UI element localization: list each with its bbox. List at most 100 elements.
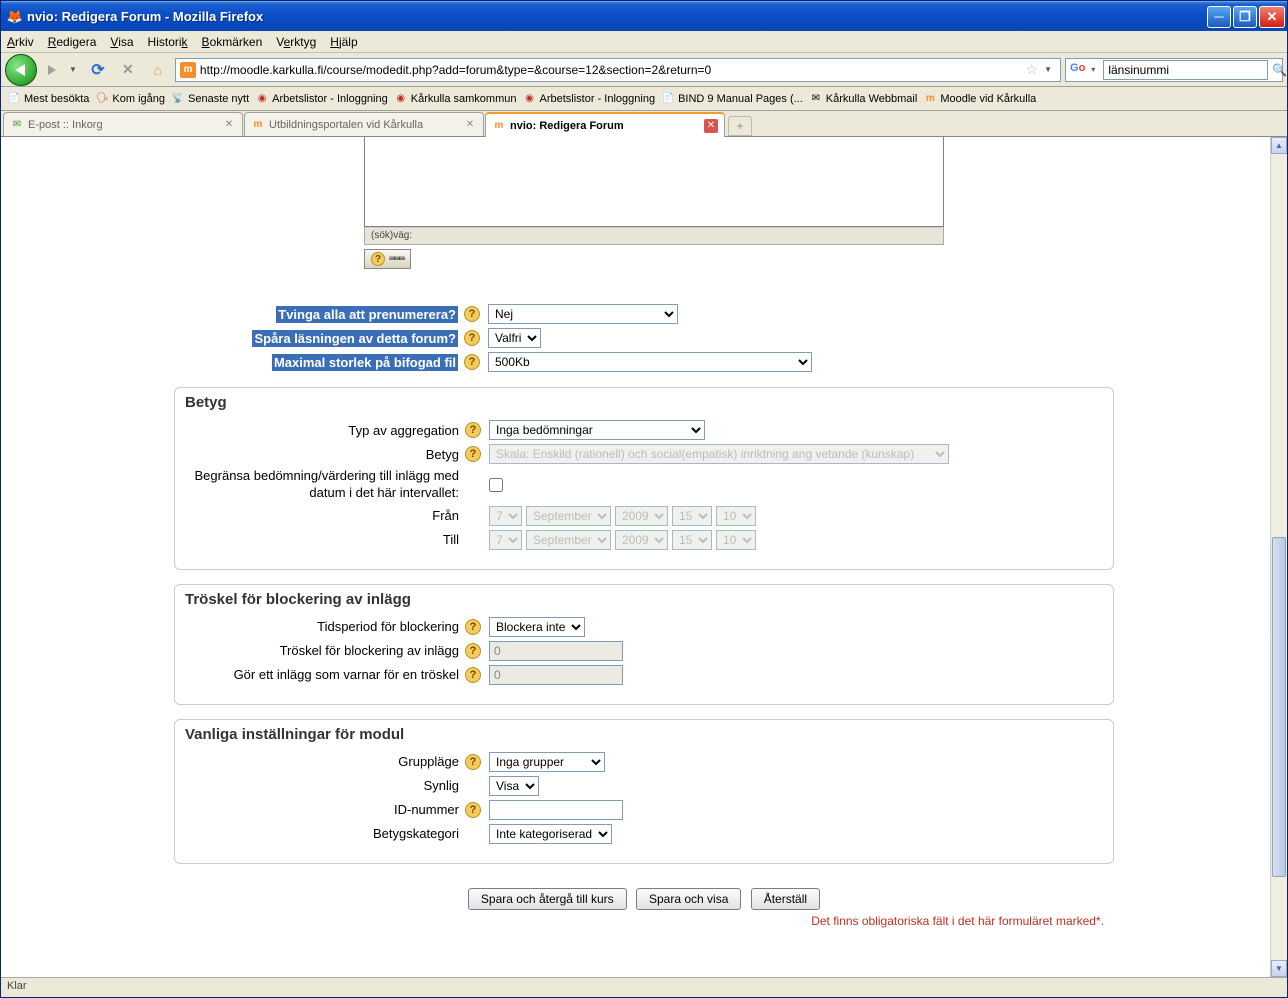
window-titlebar: 🦊 nvio: Redigera Forum - Mozilla Firefox… (1, 1, 1287, 31)
visible-label: Synlig (175, 778, 465, 793)
url-text[interactable]: http://moodle.karkulla.fi/course/modedit… (200, 63, 1022, 77)
save-return-button[interactable]: Spara och återgå till kurs (468, 888, 627, 910)
tab-close-icon[interactable]: ✕ (222, 118, 236, 132)
reload-button[interactable]: ⟳ (89, 61, 107, 79)
menu-redigera[interactable]: Redigera (48, 35, 97, 49)
search-engine-dropdown-icon[interactable]: ▾ (1091, 65, 1095, 74)
search-icon[interactable]: 🔍 (1272, 63, 1287, 77)
tab-bar: ✉ E-post :: Inkorg ✕ m Utbildningsportal… (1, 111, 1287, 137)
bookmark-arbetslistor-2[interactable]: ◉Arbetslistor - Inloggning (523, 92, 656, 106)
from-label: Från (175, 508, 465, 523)
track-select[interactable]: Valfri (488, 328, 541, 348)
help-icon[interactable]: ? (465, 754, 481, 770)
grades-fieldset: Betyg Typ av aggregation ? Inga bedömnin… (174, 387, 1114, 570)
home-button[interactable]: ⌂ (149, 61, 167, 79)
minimize-button[interactable]: ─ (1207, 6, 1231, 28)
aggtype-label: Typ av aggregation (175, 423, 465, 438)
tab-epost[interactable]: ✉ E-post :: Inkorg ✕ (3, 112, 243, 136)
help-icon[interactable]: ? (465, 619, 481, 635)
groupmode-select[interactable]: Inga grupper (489, 752, 605, 772)
bookmark-star-icon[interactable]: ☆ (1026, 61, 1039, 78)
help-icon[interactable]: ? (464, 306, 480, 322)
aggtype-select[interactable]: Inga bedömningar (489, 420, 705, 440)
scroll-down-icon[interactable]: ▼ (1271, 960, 1287, 977)
tab-close-icon[interactable]: ✕ (704, 119, 718, 133)
window-close-button[interactable]: ✕ (1259, 6, 1285, 28)
subscribe-label: Tvinga alla att prenumerera? (174, 307, 464, 322)
forward-button[interactable] (41, 59, 63, 81)
scroll-up-icon[interactable]: ▲ (1271, 137, 1287, 154)
gradecat-select[interactable]: Inte kategoriserad (489, 824, 612, 844)
menu-bokmarken[interactable]: Bokmärken (202, 35, 263, 49)
to-hour-select: 15 (672, 530, 712, 550)
threshold-label: Tröskel för blockering av inlägg (175, 643, 465, 658)
tab-utbildning[interactable]: m Utbildningsportalen vid Kårkulla ✕ (244, 112, 484, 136)
search-input[interactable] (1103, 60, 1268, 80)
warn-label: Gör ett inlägg som varnar för en tröskel (175, 667, 465, 682)
bookmark-samkommun[interactable]: ◉Kårkulla samkommun (394, 92, 517, 106)
visible-select[interactable]: Visa (489, 776, 539, 796)
subscribe-select[interactable]: Nej (488, 304, 678, 324)
help-icon[interactable]: ? (465, 802, 481, 818)
bookmarks-toolbar: 📄Mest besökta 🗣Kom igång 📡Senaste nytt ◉… (1, 87, 1287, 111)
from-year-select: 2009 (615, 506, 668, 526)
from-month-select: September (526, 506, 611, 526)
period-select[interactable]: Blockera inte (489, 617, 585, 637)
menu-hjalp[interactable]: Hjälp (330, 35, 357, 49)
cancel-button[interactable]: Återställ (751, 888, 820, 910)
back-button[interactable] (5, 54, 37, 86)
restrict-checkbox[interactable] (489, 478, 503, 492)
scrollbar-thumb[interactable] (1272, 537, 1286, 877)
mail-icon: ✉ (10, 118, 24, 132)
help-icon[interactable]: ? (464, 354, 480, 370)
grades-legend: Betyg (175, 388, 1113, 419)
help-icon: ? (371, 252, 385, 266)
help-icon[interactable]: ? (465, 446, 481, 462)
editor-toggle-button[interactable]: ? ⌨⌨⌨ (364, 249, 411, 269)
bookmark-kom-igang[interactable]: 🗣Kom igång (95, 92, 165, 106)
search-bar[interactable]: Go ▾ 🔍 (1065, 58, 1283, 82)
history-dropdown-icon[interactable]: ▼ (69, 65, 77, 74)
stop-button[interactable]: ✕ (119, 61, 137, 79)
richtext-editor[interactable] (364, 137, 944, 227)
from-hour-select: 15 (672, 506, 712, 526)
common-legend: Vanliga inställningar för modul (175, 720, 1113, 751)
gradecat-label: Betygskategori (175, 826, 465, 841)
moodle-icon: m (251, 118, 265, 132)
from-min-select: 10 (716, 506, 756, 526)
tab-nvio-active[interactable]: m nvio: Redigera Forum ✕ (485, 112, 725, 137)
menu-visa[interactable]: Visa (110, 35, 133, 49)
help-icon[interactable]: ? (465, 643, 481, 659)
to-label: Till (175, 532, 465, 547)
navigation-toolbar: ▼ ⟳ ✕ ⌂ m http://moodle.karkulla.fi/cour… (1, 53, 1287, 87)
vertical-scrollbar[interactable]: ▲ ▼ (1270, 137, 1287, 977)
keyboard-icon: ⌨⌨⌨ (389, 254, 404, 265)
help-icon[interactable]: ? (465, 422, 481, 438)
menu-arkiv[interactable]: AArkivrkiv (7, 35, 34, 49)
to-day-select: 7 (489, 530, 522, 550)
bookmark-senaste-nytt[interactable]: 📡Senaste nytt (171, 92, 249, 106)
warn-input (489, 665, 623, 685)
bookmark-webbmail[interactable]: ✉Kårkulla Webbmail (809, 92, 918, 106)
new-tab-button[interactable]: + (728, 116, 752, 136)
url-bar[interactable]: m http://moodle.karkulla.fi/course/moded… (175, 58, 1061, 82)
tab-close-icon[interactable]: ✕ (463, 118, 477, 132)
bookmark-bind9[interactable]: 📄BIND 9 Manual Pages (... (661, 92, 803, 106)
help-icon[interactable]: ? (464, 330, 480, 346)
page-content: (sök)väg: ? ⌨⌨⌨ Tvinga alla att prenumer… (1, 137, 1287, 977)
firefox-icon: 🦊 (7, 9, 23, 25)
bookmark-mest-besokta[interactable]: 📄Mest besökta (7, 92, 89, 106)
bookmark-moodle[interactable]: mMoodle vid Kårkulla (923, 92, 1036, 106)
maxsize-select[interactable]: 500Kb (488, 352, 812, 372)
groupmode-label: Gruppläge (175, 754, 465, 769)
id-input[interactable] (489, 800, 623, 820)
to-month-select: September (526, 530, 611, 550)
bookmark-arbetslistor-1[interactable]: ◉Arbetslistor - Inloggning (255, 92, 388, 106)
menu-verktyg[interactable]: Verktyg (276, 35, 316, 49)
url-dropdown-icon[interactable]: ▼ (1044, 65, 1052, 74)
menu-historik[interactable]: Historik (148, 35, 188, 49)
save-show-button[interactable]: Spara och visa (636, 888, 741, 910)
maximize-button[interactable]: ❐ (1233, 6, 1257, 28)
help-icon[interactable]: ? (465, 667, 481, 683)
google-icon[interactable]: Go (1070, 62, 1085, 78)
